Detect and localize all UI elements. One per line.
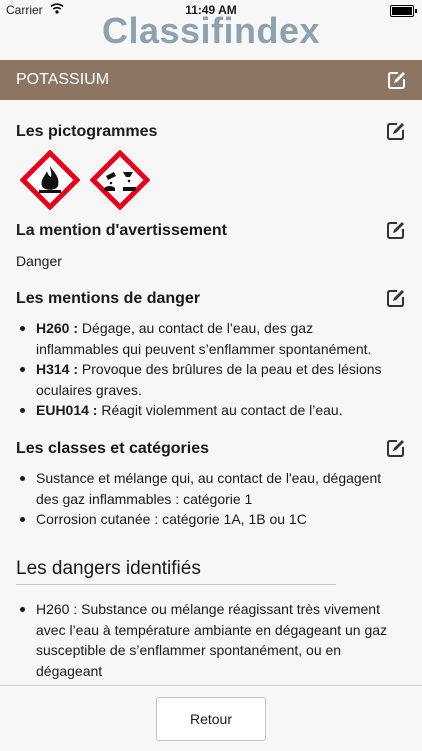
section-title: Les mentions de danger bbox=[16, 290, 201, 307]
detail-content[interactable]: Les pictogrammes La mention d'avertissem… bbox=[0, 100, 422, 685]
danger-list: H260 : Substance ou mélange réagissant t… bbox=[16, 599, 396, 681]
hazard-code: H260 : bbox=[36, 320, 79, 336]
class-list: Sustance et mélange qui, au contact de l… bbox=[16, 468, 396, 530]
ghs02-flame-icon bbox=[19, 149, 81, 211]
list-item: EUH014 : Réagit violemment au contact de… bbox=[16, 400, 396, 421]
hazard-list: H260 : Dégage, au contact de l’eau, des … bbox=[16, 318, 396, 421]
hazard-code: EUH014 : bbox=[36, 402, 98, 418]
back-button[interactable]: Retour bbox=[156, 697, 266, 741]
section-title: Les classes et catégories bbox=[16, 440, 210, 457]
list-item: Corrosion cutanée : catégorie 1A, 1B ou … bbox=[16, 509, 396, 530]
app-title: Classifindex bbox=[101, 10, 321, 51]
warning-value: Danger bbox=[16, 253, 62, 269]
edit-icon[interactable] bbox=[387, 70, 407, 90]
footer-bar: Retour bbox=[0, 685, 422, 751]
ghs05-corrosion-icon bbox=[89, 149, 151, 211]
edit-icon[interactable] bbox=[386, 288, 406, 308]
edit-icon[interactable] bbox=[386, 121, 406, 141]
hazard-text: Dégage, au contact de l’eau, des gaz inf… bbox=[36, 320, 372, 357]
substance-header: POTASSIUM bbox=[0, 60, 422, 100]
list-item: H260 : Dégage, au contact de l’eau, des … bbox=[16, 318, 396, 359]
hazard-code: H314 : bbox=[36, 361, 79, 377]
list-item: H260 : Substance ou mélange réagissant t… bbox=[16, 599, 396, 681]
section-title: Les pictogrammes bbox=[16, 123, 158, 140]
hazard-text: Réagit violemment au contact de l’eau. bbox=[97, 402, 343, 418]
list-item: Sustance et mélange qui, au contact de l… bbox=[16, 468, 396, 509]
edit-icon[interactable] bbox=[386, 220, 406, 240]
section-title: Les dangers identifiés bbox=[16, 558, 336, 585]
substance-name: POTASSIUM bbox=[16, 71, 110, 88]
edit-icon[interactable] bbox=[386, 438, 406, 458]
hazard-text: Provoque des brûlures de la peau et des … bbox=[36, 361, 382, 398]
section-title: La mention d'avertissement bbox=[16, 222, 227, 239]
pictogram-list bbox=[19, 149, 151, 211]
list-item: H314 : Provoque des brûlures de la peau … bbox=[16, 359, 396, 400]
